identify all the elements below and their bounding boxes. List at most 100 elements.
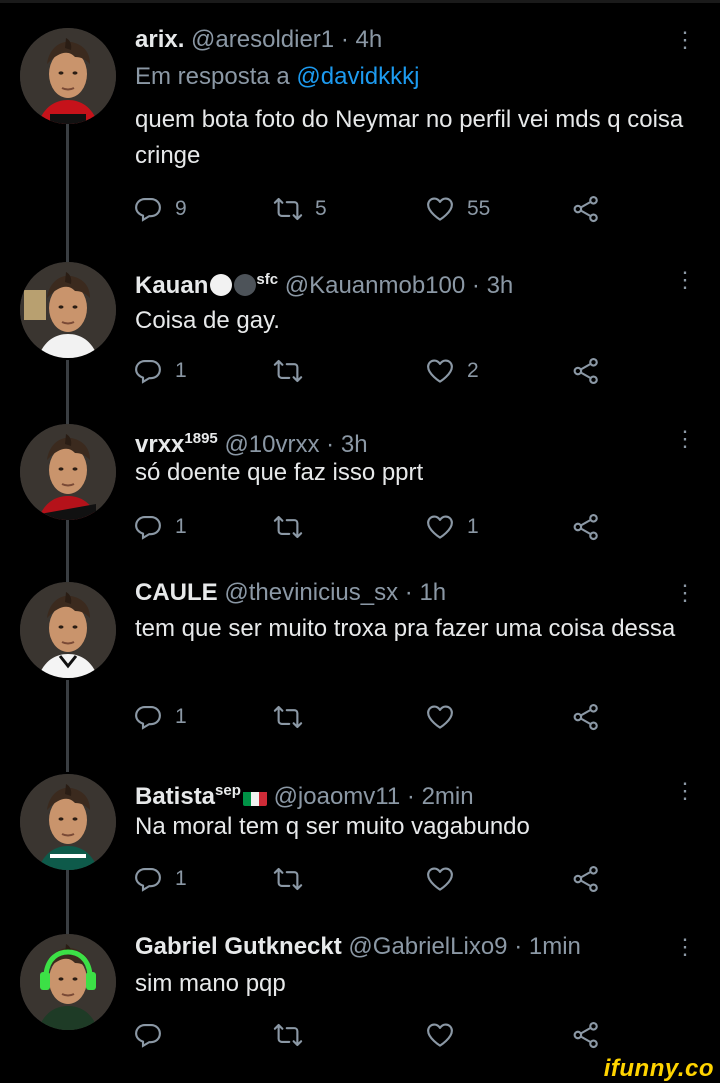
tweet-text: quem bota foto do Neymar no perfil vei m… — [135, 106, 684, 169]
separator: · — [406, 783, 415, 810]
tweet[interactable]: Gabriel Gutkneckt @GabrielLixo9 · 1min ⋮… — [0, 932, 720, 1059]
share-icon — [571, 512, 601, 542]
italy-flag-icon — [242, 788, 267, 806]
user-handle[interactable]: @joaomv11 — [274, 783, 401, 810]
reply-button[interactable]: 1 — [133, 354, 187, 388]
tweet-text: tem que ser muito troxa pra fazer uma co… — [135, 615, 676, 642]
like-button[interactable]: 55 — [425, 192, 490, 226]
reply-button[interactable]: 1 — [133, 510, 187, 544]
like-count: 55 — [467, 197, 491, 220]
retweet-button[interactable] — [273, 700, 315, 734]
tweet[interactable]: vrxx1895 @10vrxx · 3h ⋮ só doente que fa… — [0, 424, 720, 582]
retweet-button[interactable] — [273, 862, 315, 896]
avatar[interactable] — [20, 582, 116, 678]
tweet[interactable]: Kauan sfc @Kauanmob100 · 3h ⋮ Coisa de ga… — [0, 262, 720, 422]
separator: · — [326, 431, 335, 458]
reply-button[interactable] — [133, 1018, 175, 1052]
action-bar — [133, 1018, 613, 1052]
ifunny-watermark: ifunny.co — [603, 1055, 714, 1082]
user-handle[interactable]: @aresoldier1 — [191, 26, 334, 53]
tweet[interactable]: Batistasep @joaomv11 · 2min ⋮ Na moral t… — [0, 774, 720, 934]
timestamp[interactable]: 3h — [487, 272, 514, 299]
like-icon — [425, 356, 455, 386]
tweet[interactable]: arix. @aresoldier1 · 4h ⋮ Em resposta a … — [0, 0, 720, 262]
reply-button[interactable]: 1 — [133, 862, 187, 896]
action-bar: 1 — [133, 700, 613, 734]
avatar[interactable] — [20, 934, 116, 1030]
reply-handle-link[interactable]: @davidkkkj — [296, 63, 419, 90]
tweet[interactable]: CAULE @thevinicius_sx · 1h ⋮ tem que ser… — [0, 579, 720, 772]
user-handle[interactable]: @thevinicius_sx — [224, 579, 398, 606]
tweet-text: Na moral tem q ser muito vagabundo — [135, 813, 530, 840]
more-icon[interactable]: ⋮ — [674, 578, 696, 608]
avatar[interactable] — [20, 424, 116, 520]
avatar[interactable] — [20, 774, 116, 870]
share-button[interactable] — [571, 700, 601, 734]
retweet-icon — [273, 702, 303, 732]
retweet-button[interactable]: 5 — [273, 192, 327, 226]
reply-button[interactable]: 1 — [133, 700, 187, 734]
avatar[interactable] — [20, 262, 116, 358]
separator: · — [471, 272, 480, 299]
more-icon[interactable]: ⋮ — [674, 932, 696, 962]
share-button[interactable] — [571, 1018, 601, 1052]
reply-prefix: Em resposta a — [135, 63, 290, 90]
like-button[interactable] — [425, 862, 467, 896]
separator: · — [404, 579, 413, 606]
share-button[interactable] — [571, 510, 601, 544]
reply-icon — [133, 194, 163, 224]
name-superscript: sep — [215, 782, 241, 799]
avatar[interactable] — [20, 28, 116, 124]
retweet-count: 5 — [315, 197, 327, 220]
more-icon[interactable]: ⋮ — [674, 776, 696, 806]
retweet-button[interactable] — [273, 1018, 315, 1052]
timestamp[interactable]: 4h — [356, 26, 383, 53]
share-icon — [571, 194, 601, 224]
timestamp[interactable]: 3h — [341, 431, 368, 458]
avatar-image — [20, 582, 116, 678]
like-button[interactable] — [425, 700, 467, 734]
share-button[interactable] — [571, 354, 601, 388]
user-handle[interactable]: @10vrxx — [224, 431, 319, 458]
share-button[interactable] — [571, 862, 601, 896]
white-circle-emoji — [210, 274, 233, 296]
tweet-header: arix. @aresoldier1 · 4h — [135, 25, 382, 55]
timestamp[interactable]: 2min — [422, 783, 474, 810]
display-name[interactable]: vrxx — [135, 431, 184, 458]
display-name[interactable]: Batista — [135, 783, 215, 810]
display-name[interactable]: Kauan — [135, 272, 208, 299]
reply-icon — [133, 702, 163, 732]
reply-button[interactable]: 9 — [133, 192, 187, 226]
timestamp[interactable]: 1min — [529, 933, 581, 960]
avatar-image — [20, 934, 116, 1030]
share-button[interactable] — [571, 192, 601, 226]
like-count: 2 — [467, 359, 479, 382]
action-bar: 1 1 — [133, 510, 613, 544]
display-name[interactable]: arix. — [135, 26, 184, 53]
more-icon[interactable]: ⋮ — [674, 265, 696, 295]
like-icon — [425, 512, 455, 542]
avatar-image — [20, 424, 116, 520]
like-button[interactable]: 1 — [425, 510, 479, 544]
reply-context: Em resposta a @davidkkkj — [135, 62, 419, 92]
display-name[interactable]: CAULE — [135, 579, 218, 606]
user-handle[interactable]: @Kauanmob100 — [285, 272, 466, 299]
reply-icon — [133, 512, 163, 542]
display-name[interactable]: Gabriel Gutkneckt — [135, 933, 342, 960]
more-icon[interactable]: ⋮ — [674, 424, 696, 454]
retweet-button[interactable] — [273, 354, 315, 388]
reply-count: 1 — [175, 359, 187, 382]
tweet-header: Kauan sfc @Kauanmob100 · 3h — [135, 265, 513, 301]
like-button[interactable] — [425, 1018, 467, 1052]
retweet-button[interactable] — [273, 510, 315, 544]
tweet-text: Coisa de gay. — [135, 307, 280, 334]
reply-count: 1 — [175, 705, 187, 728]
retweet-icon — [273, 194, 303, 224]
more-icon[interactable]: ⋮ — [674, 25, 696, 55]
user-handle[interactable]: @GabrielLixo9 — [348, 933, 507, 960]
avatar-image — [20, 28, 116, 124]
separator: · — [514, 933, 523, 960]
tweet-header: CAULE @thevinicius_sx · 1h — [135, 578, 446, 608]
timestamp[interactable]: 1h — [419, 579, 446, 606]
like-button[interactable]: 2 — [425, 354, 479, 388]
